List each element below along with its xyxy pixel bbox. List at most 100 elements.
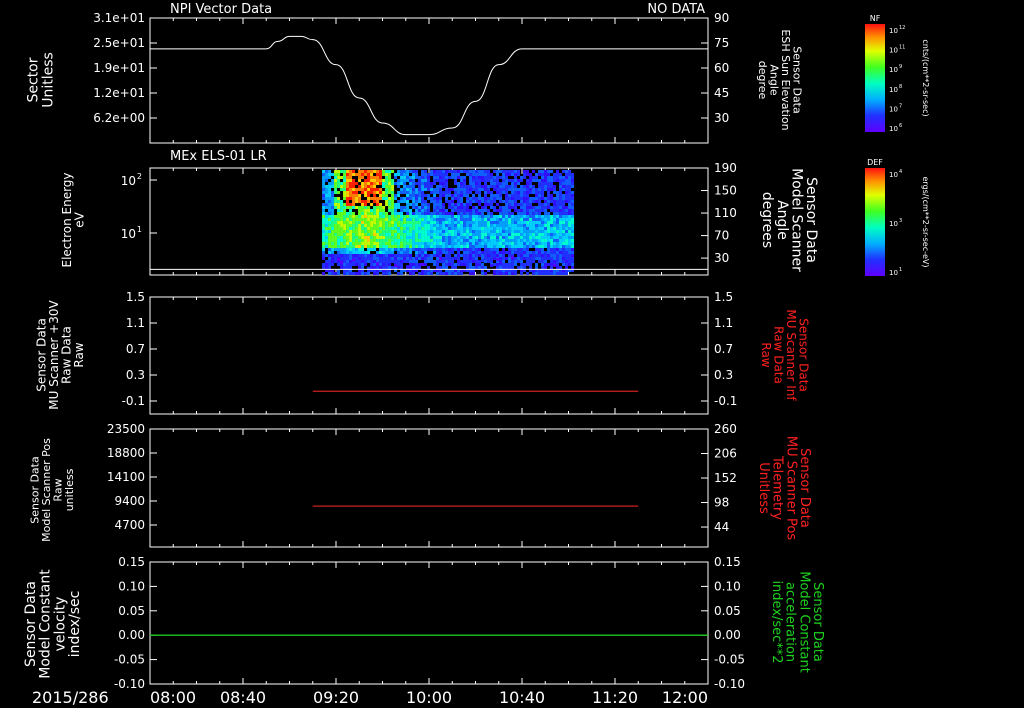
panel-2-right-axis-label-line: Angle — [774, 200, 790, 240]
y-tick-label-left: 0.00 — [118, 628, 145, 642]
panel-1-right-axis-label-line: degree — [756, 61, 769, 100]
y-tick-label-left: 9400 — [114, 494, 145, 508]
panel-3-right-axis-label: Sensor DataMU Scanner InfRaw DataRaw — [759, 309, 811, 401]
y-tick-label-right: 30 — [714, 111, 729, 125]
panel-3-left-axis-label-line: Raw — [72, 342, 86, 367]
y-tick-label-left: 2.5e+01 — [93, 36, 145, 50]
nf-colorbar-tick: 10 — [889, 86, 898, 94]
y-tick-label-left: 1.5 — [126, 290, 145, 304]
y-tick-label-left: -0.10 — [114, 677, 145, 691]
panel-2-right-axis-label: Sensor DataModel ScannerAngledegrees — [759, 168, 819, 272]
y-tick-label-right: 150 — [714, 184, 737, 198]
panel-4-left-axis-label-line: unitless — [63, 468, 76, 511]
y-tick-exponent: 2 — [137, 172, 142, 181]
y-tick-label-right: 190 — [714, 161, 737, 175]
time-tick-label: 08:00 — [150, 688, 196, 707]
y-tick-label-left: 0.3 — [126, 368, 145, 382]
y-tick-label-right: -0.1 — [714, 394, 737, 408]
nf-colorbar-tick-exponent: 6 — [899, 123, 902, 129]
y-tick-label-right: -0.10 — [714, 677, 745, 691]
y-tick-exponent: 1 — [137, 225, 142, 234]
time-tick-label: 10:00 — [406, 688, 452, 707]
spectrogram-cells — [322, 170, 575, 275]
y-tick-label-right: 70 — [714, 229, 729, 243]
time-tick-label: 10:40 — [499, 688, 545, 707]
y-tick-label-right: 0.00 — [714, 628, 741, 642]
sun-elevation-line — [150, 35, 708, 136]
y-tick-label-right: 0.05 — [714, 604, 741, 618]
panel-5-right-axis-label: Sensor DataModel Constantaccelerationind… — [769, 571, 825, 673]
panel-2-right-axis-label-line: Sensor Data — [803, 177, 819, 263]
panel-4-left-axis-label: Sensor DataModel Scanner PosRawunitless — [29, 438, 77, 542]
panel-3-right-axis-label-line: Raw — [759, 342, 773, 367]
y-tick-label-right: 206 — [714, 447, 737, 461]
y-tick-label-right: 90 — [714, 11, 729, 25]
y-tick-label-right: 0.7 — [714, 342, 733, 356]
y-tick-label-left: 14100 — [107, 470, 145, 484]
y-tick-label-right: 0.15 — [714, 555, 741, 569]
y-tick-label-right: 30 — [714, 251, 729, 265]
y-tick-label-left: 0.05 — [118, 604, 145, 618]
panel-5-left-axis-label-line: index/sec — [67, 591, 83, 658]
y-tick-label-left: 23500 — [107, 422, 145, 436]
y-tick-label-right: 0.3 — [714, 368, 733, 382]
def-colorbar-tick-exponent: 4 — [899, 169, 902, 175]
y-tick-label-right: 1.1 — [714, 316, 733, 330]
panel-3-left-axis-label: Sensor DataMU Scanner +30VRaw DataRaw — [34, 300, 86, 410]
y-tick-label-right: 98 — [714, 496, 729, 510]
nf-colorbar-tick-exponent: 11 — [899, 45, 905, 51]
nf-colorbar-bar — [865, 24, 885, 132]
y-tick-label-left: 1.2e+01 — [93, 86, 145, 100]
y-tick-label-left: 18800 — [107, 446, 145, 460]
y-tick-label-left: 10 — [121, 227, 136, 241]
panel-2-title: MEx ELS-01 LR — [170, 149, 267, 164]
nf-colorbar-tick: 10 — [889, 27, 898, 35]
nf-colorbar-tick: 10 — [889, 105, 898, 113]
panel-5-frame — [149, 561, 709, 685]
y-tick-label-right: 44 — [714, 520, 729, 534]
panel-1-right-axis-label: Sensor DataESH Sun ElevationAngledegree — [756, 29, 804, 130]
panel-4-right-axis-label-line: Unitless — [756, 462, 771, 514]
y-tick-label-right: 75 — [714, 36, 729, 50]
panel-1-left-axis-label-line: Sector — [26, 57, 42, 102]
panel-2-left-axis-label: Electron EnergyeV — [60, 172, 87, 267]
y-tick-label-left: -0.05 — [114, 653, 145, 667]
time-tick-label: 12:00 — [662, 688, 708, 707]
y-tick-label-right: 260 — [714, 422, 737, 436]
stacked-time-series-plot: NPI Vector Data NO DATA 3.1e+01 2.5e+01 1.9e… — [23, 2, 930, 707]
panel-5-left-axis-label: Sensor DataModel Constantvelocityindex/s… — [23, 569, 83, 679]
y-tick-label-right: -0.05 — [714, 653, 745, 667]
y-tick-label-right: 45 — [714, 86, 729, 100]
def-colorbar-unit-text: ergs/(cm**2-sr-sec-eV) — [921, 176, 930, 267]
time-tick-label: 09:20 — [313, 688, 359, 707]
nf-colorbar-label: NF — [870, 14, 881, 23]
panel-2-left-axis-label-line: eV — [73, 211, 87, 227]
y-tick-label-left: 6.2e+00 — [93, 111, 145, 125]
def-colorbar-tick-exponent: 1 — [899, 267, 902, 273]
time-tick-label: 11:20 — [592, 688, 638, 707]
def-colorbar-tick-exponent: 3 — [899, 218, 902, 224]
nf-colorbar-tick: 10 — [889, 125, 898, 133]
nf-colorbar-tick-exponent: 7 — [899, 103, 902, 109]
y-tick-label-left: 1.1 — [126, 316, 145, 330]
date-label: 2015/286 — [32, 688, 109, 707]
def-colorbar-bar — [865, 168, 885, 276]
panel-5-left-axis-label-line: Sensor Data — [23, 581, 39, 667]
y-tick-label-left: 3.1e+01 — [93, 11, 145, 25]
panel-1-no-data: NO DATA — [647, 2, 705, 17]
def-colorbar-tick: 10 — [889, 220, 898, 228]
panel-1-frame — [149, 17, 709, 144]
panel-5-left-axis-label-line: Model Constant — [38, 569, 54, 679]
panel-4-right-axis-label: Sensor DataMU Scanner PosTelemetryUnitle… — [756, 436, 812, 541]
y-tick-label-right: 60 — [714, 61, 729, 75]
y-tick-label-left: 0.15 — [118, 555, 145, 569]
def-colorbar-tick: 10 — [889, 171, 898, 179]
y-tick-label-right: 1.5 — [714, 290, 733, 304]
panel-3-frame — [149, 296, 709, 415]
nf-colorbar-tick-exponent: 9 — [899, 64, 902, 70]
panel-2-right-axis-label-line: Model Scanner — [788, 168, 804, 272]
panel-5-left-axis-label-line: velocity — [52, 597, 68, 652]
nf-colorbar-tick-exponent: 12 — [899, 25, 905, 31]
nf-colorbar-tick: 10 — [889, 66, 898, 74]
panel-5-right-axis-label-line: index/sec**2 — [769, 580, 784, 663]
